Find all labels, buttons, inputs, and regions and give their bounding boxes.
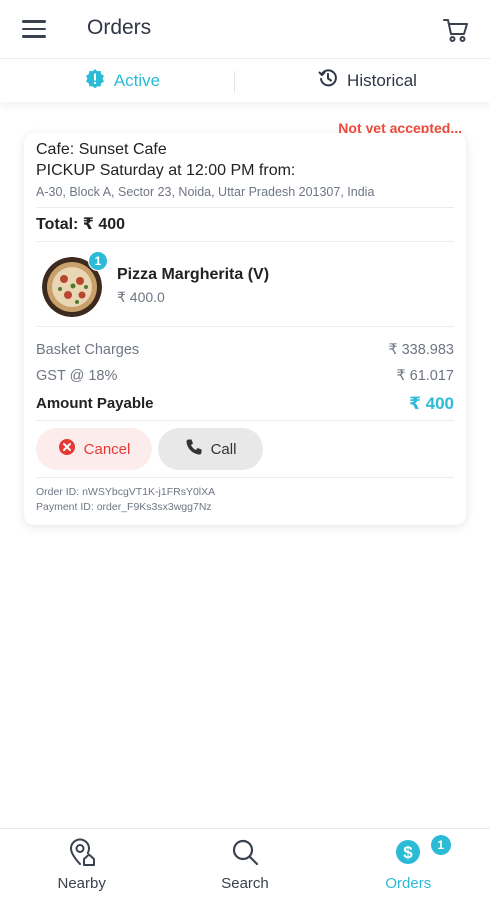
- nav-orders[interactable]: $ Orders 1: [327, 829, 490, 900]
- payment-id: Payment ID: order_F9Ks3sx3wgg7Nz: [36, 501, 212, 513]
- orders-count-badge: 1: [430, 835, 451, 855]
- nav-nearby[interactable]: Nearby: [0, 829, 163, 900]
- cafe-name: Cafe: Sunset Cafe: [36, 141, 167, 158]
- item-quantity-badge: 1: [88, 251, 108, 271]
- basket-charges-value: ₹ 338.983: [388, 342, 454, 358]
- menu-icon[interactable]: [22, 20, 46, 38]
- bottom-nav: Nearby Search $ Orders 1: [0, 828, 490, 900]
- pickup-address: A-30, Block A, Sector 23, Noida, Uttar P…: [36, 185, 375, 199]
- search-icon: [230, 837, 260, 871]
- dollar-icon: $: [393, 837, 423, 871]
- nav-search-label: Search: [221, 875, 269, 892]
- divider: [36, 326, 454, 327]
- order-total: Total: ₹ 400: [36, 216, 126, 233]
- page-title: Orders: [87, 16, 152, 39]
- cancel-icon: [58, 438, 76, 460]
- nav-orders-label: Orders: [385, 875, 432, 892]
- order-id: Order ID: nWSYbcgVT1K-j1FRsY0lXA: [36, 486, 216, 498]
- tab-historical[interactable]: Historical: [245, 59, 490, 102]
- divider: [36, 477, 454, 478]
- amount-payable-value: ₹ 400: [409, 394, 454, 413]
- history-icon: [318, 68, 338, 93]
- top-bar: Orders: [0, 0, 490, 58]
- svg-text:$: $: [404, 843, 414, 862]
- call-button[interactable]: Call: [158, 428, 263, 470]
- tab-active-label: Active: [113, 70, 161, 90]
- divider: [36, 420, 454, 421]
- divider: [36, 241, 454, 242]
- cancel-label: Cancel: [83, 440, 131, 458]
- item-name: Pizza Margherita (V): [117, 266, 270, 283]
- order-card: Cafe: Sunset Cafe PICKUP Saturday at 12:…: [24, 133, 466, 525]
- order-tabs: Active Historical: [0, 58, 490, 102]
- nav-search[interactable]: Search: [163, 829, 326, 900]
- call-label: Call: [210, 440, 237, 458]
- badge-icon: [85, 68, 105, 93]
- tab-active[interactable]: Active: [0, 59, 245, 102]
- phone-icon: [185, 438, 203, 460]
- divider: [36, 207, 454, 208]
- gst-label: GST @ 18%: [36, 368, 118, 384]
- item-price: ₹ 400.0: [117, 289, 165, 305]
- gst-value: ₹ 61.017: [396, 368, 454, 384]
- basket-charges-label: Basket Charges: [36, 342, 140, 358]
- cancel-button[interactable]: Cancel: [36, 428, 152, 470]
- tab-divider: [234, 71, 235, 93]
- location-home-icon: [67, 837, 97, 871]
- tab-historical-label: Historical: [347, 70, 417, 90]
- nav-nearby-label: Nearby: [57, 875, 106, 892]
- pickup-time: PICKUP Saturday at 12:00 PM from:: [36, 162, 296, 179]
- cart-icon[interactable]: [442, 16, 470, 44]
- amount-payable-label: Amount Payable: [36, 395, 154, 412]
